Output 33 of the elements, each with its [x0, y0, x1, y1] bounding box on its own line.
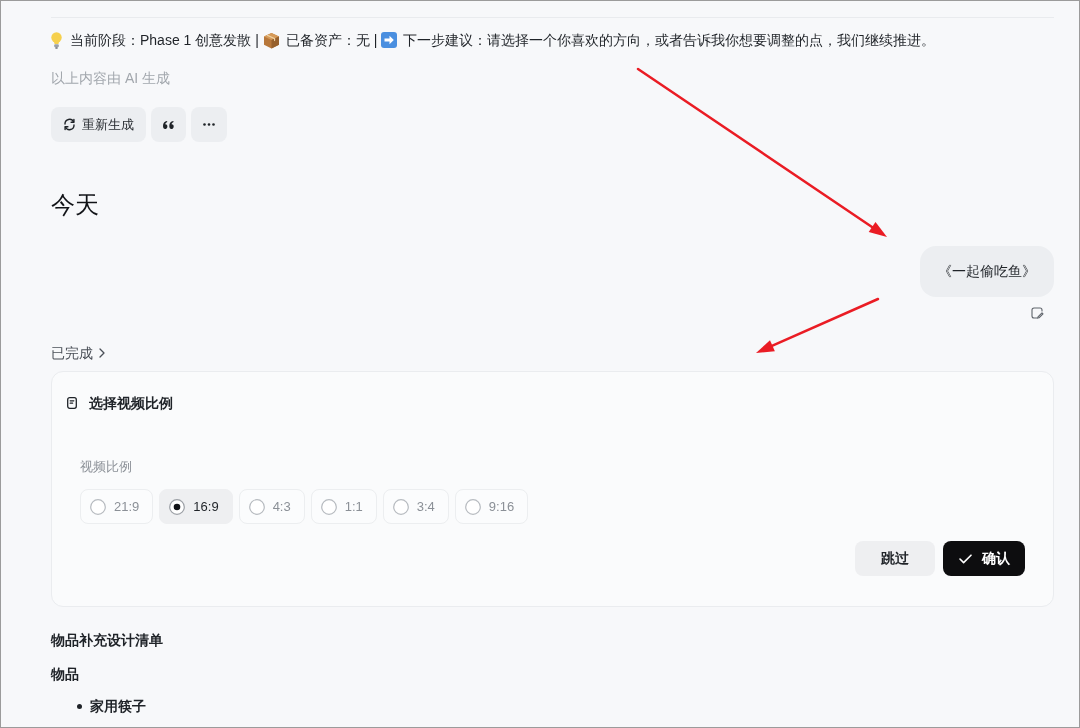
check-icon — [958, 553, 972, 564]
user-message-bubble: 《一起偷吃鱼》 — [920, 246, 1054, 297]
edit-icon[interactable] — [1031, 307, 1044, 319]
list-item: 家用筷子 — [90, 696, 146, 716]
radio-icon — [248, 498, 265, 515]
ratio-option[interactable]: 16:9 — [159, 489, 233, 524]
radio-selected-icon — [169, 498, 186, 515]
quote-button[interactable] — [151, 107, 186, 142]
section-subheading: 物品 — [51, 665, 79, 684]
quote-icon — [163, 120, 174, 129]
package-icon — [262, 31, 280, 49]
radio-icon — [90, 498, 106, 515]
completed-toggle[interactable]: 已完成 — [51, 343, 105, 363]
confirm-button[interactable]: 确认 — [943, 541, 1025, 576]
radio-icon — [464, 498, 481, 515]
regenerate-button[interactable]: 重新生成 — [51, 107, 146, 142]
more-icon — [203, 123, 215, 126]
refresh-icon — [63, 118, 76, 131]
document-icon — [67, 397, 77, 409]
radio-icon — [320, 498, 337, 515]
ai-notice: 以上内容由 AI 生成 — [51, 69, 170, 88]
radio-icon — [392, 498, 409, 515]
bullet-icon — [77, 703, 82, 709]
status-text: 下一步建议：请选择一个你喜欢的方向，或者告诉我你想要调整的点，我们继续推进。 — [403, 31, 936, 50]
right-arrow-icon — [381, 32, 398, 48]
status-text: 已备资产：无 | — [285, 31, 378, 50]
section-heading: 物品补充设计清单 — [51, 631, 163, 650]
skip-button[interactable]: 跳过 — [855, 541, 935, 576]
status-text: 当前阶段：Phase 1 创意发散 | — [70, 31, 259, 50]
field-label: 视频比例 — [80, 459, 132, 475]
light-bulb-icon — [51, 31, 62, 49]
card-title: 选择视频比例 — [89, 393, 173, 413]
date-heading: 今天 — [51, 190, 99, 220]
